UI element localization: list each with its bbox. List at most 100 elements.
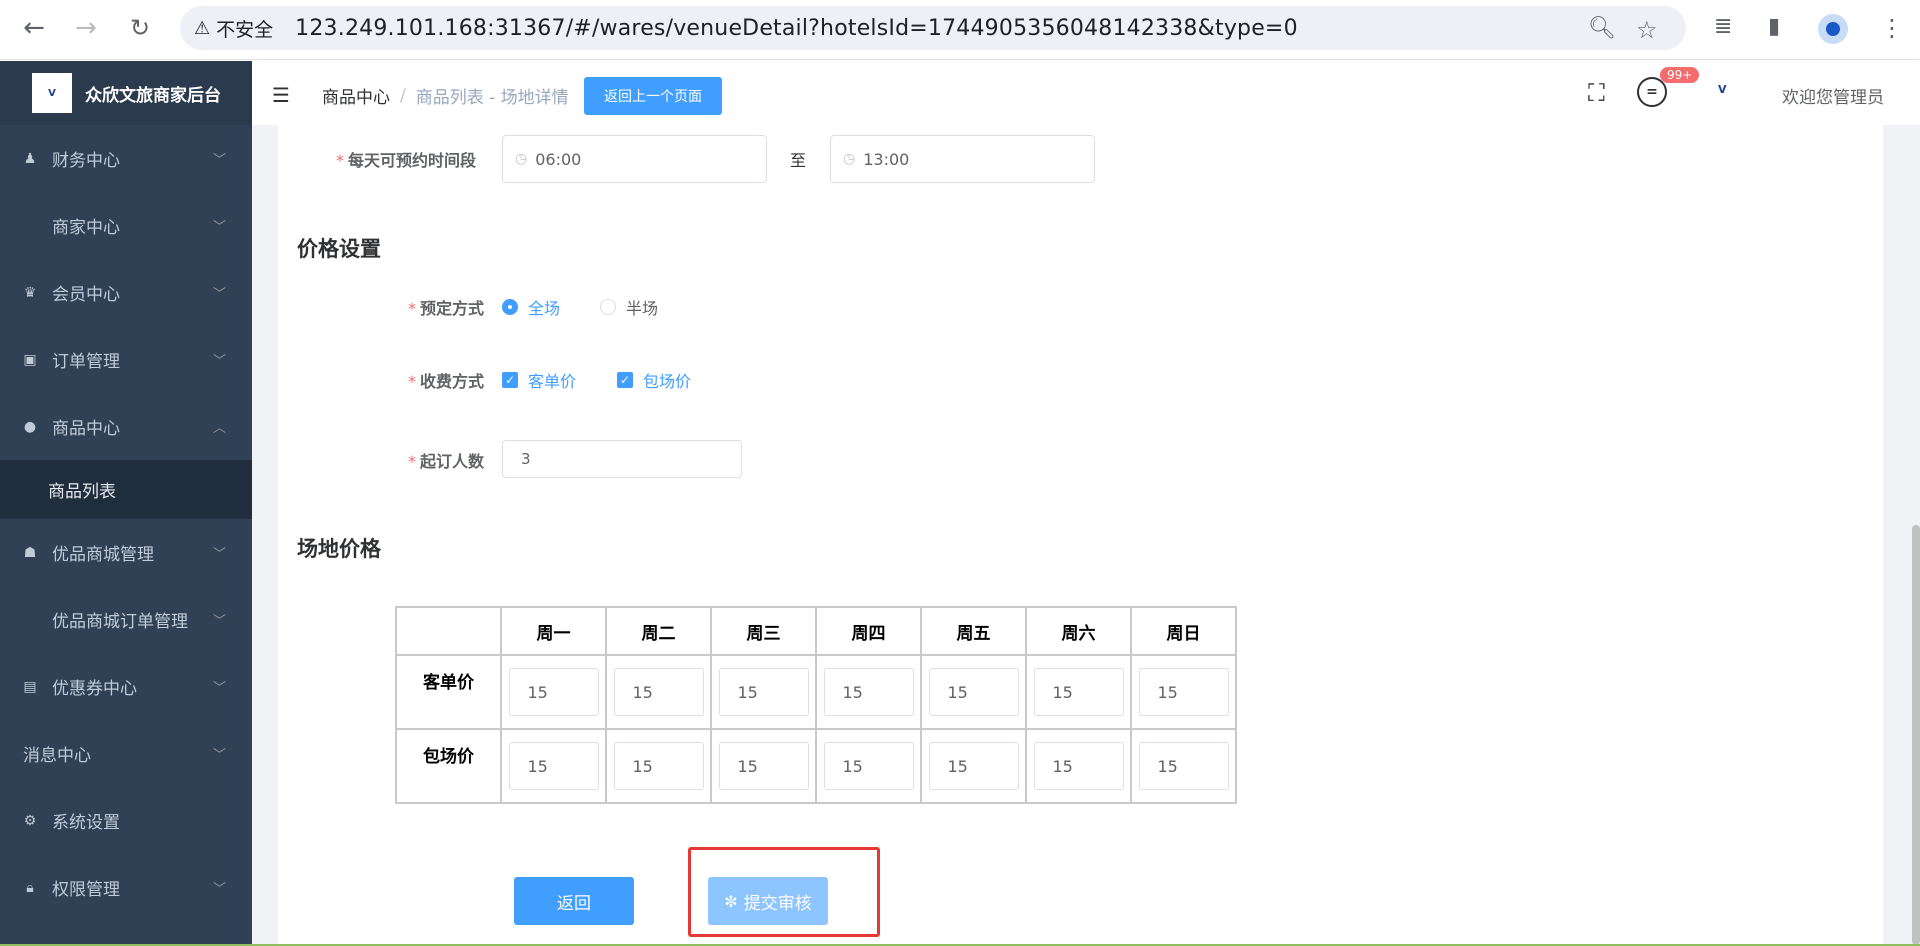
sidebar-item-mall[interactable]: ☗ 优品商城管理 ﹀ [0, 519, 252, 586]
column-header: 周六 [1025, 606, 1132, 656]
bookmark-star-icon[interactable]: ☆ [1636, 16, 1658, 44]
address-bar[interactable]: ⚠ 不安全 123.249.101.168:31367/#/wares/venu… [180, 6, 1686, 50]
media-playlist-icon[interactable]: ≣ [1714, 14, 1732, 39]
radio-label: 全场 [528, 299, 561, 318]
chevron-down-icon: ﹀ [212, 287, 226, 302]
price-input[interactable]: 15 [1138, 742, 1229, 790]
price-input[interactable]: 15 [1033, 668, 1124, 716]
back-to-previous-button[interactable]: 返回上一个页面 [584, 77, 722, 115]
browser-toolbar: ← → ↻ ⚠ 不安全 123.249.101.168:31367/#/ware… [0, 0, 1920, 60]
time-start-input[interactable]: ◷ 06:00 [502, 135, 767, 183]
radio-checked-icon [502, 299, 518, 315]
sidebar-item-coupons[interactable]: ▤ 优惠券中心 ﹀ [0, 653, 252, 720]
checkbox-checked-icon: ✓ [502, 372, 518, 388]
sidebar-item-finance[interactable]: ♟ 财务中心 ﹀ [0, 125, 252, 192]
security-indicator[interactable]: ⚠ 不安全 [194, 15, 273, 42]
sidebar-item-label: 订单管理 [52, 352, 120, 372]
time-range-separator: 至 [790, 151, 807, 170]
venue-price-table: 周一 周二 周三 周四 周五 周六 周日 客单价 15 15 15 15 15 [395, 606, 1237, 804]
sidebar-item-label: 财务中心 [52, 151, 120, 171]
price-input[interactable]: 15 [823, 742, 914, 790]
table-corner-cell [395, 606, 502, 656]
price-input[interactable]: 15 [928, 668, 1019, 716]
chevron-down-icon: ﹀ [212, 153, 226, 168]
chevron-down-icon: ﹀ [212, 681, 226, 696]
sidebar-item-label: 消息中心 [23, 746, 91, 766]
fee-per-person-checkbox[interactable]: ✓ 客单价 [502, 368, 576, 392]
menu-toggle-icon[interactable]: ☰ [272, 83, 290, 107]
shopping-bag-icon: ● [23, 418, 37, 435]
bag-icon: ♟ [23, 150, 37, 167]
fee-method-label: * 收费方式 [408, 372, 485, 391]
radio-label: 半场 [626, 299, 659, 318]
sidebar-item-member[interactable]: ♛ 会员中心 ﹀ [0, 259, 252, 326]
column-header: 周四 [815, 606, 922, 656]
shop-icon: ☗ [23, 544, 37, 561]
chevron-down-icon: ﹀ [212, 614, 226, 629]
column-header: 周一 [500, 606, 607, 656]
fee-whole-venue-checkbox[interactable]: ✓ 包场价 [617, 368, 691, 392]
sidebar-item-label: 权限管理 [52, 880, 120, 900]
forward-arrow-icon[interactable]: → [72, 13, 100, 43]
sidebar-item-goods[interactable]: ● 商品中心 ︿ [0, 393, 252, 460]
time-end-value: 13:00 [863, 149, 910, 169]
url-text[interactable]: 123.249.101.168:31367/#/wares/venueDetai… [295, 16, 1298, 41]
price-input[interactable]: 15 [928, 742, 1019, 790]
time-end-input[interactable]: ◷ 13:00 [830, 135, 1095, 183]
min-people-input[interactable]: 3 [502, 440, 742, 478]
checkbox-label: 客单价 [528, 372, 577, 391]
breadcrumb-separator: / [400, 85, 406, 106]
price-input[interactable]: 15 [718, 742, 809, 790]
return-button[interactable]: 返回 [514, 877, 634, 925]
sidebar-item-permissions[interactable]: 🔒︎ 权限管理 ﹀ [0, 854, 252, 921]
sidebar-item-label: 商品中心 [52, 419, 120, 439]
breadcrumb-item-goods-center[interactable]: 商品中心 [322, 83, 390, 108]
column-header: 周三 [710, 606, 817, 656]
column-header: 周日 [1130, 606, 1237, 656]
back-arrow-icon[interactable]: ← [20, 13, 48, 43]
price-input[interactable]: 15 [718, 668, 809, 716]
user-brand-logo: V [1718, 83, 1727, 96]
gear-icon: ⚙ [23, 812, 37, 829]
reload-icon[interactable]: ↻ [126, 14, 154, 42]
scrollbar-thumb[interactable] [1912, 525, 1920, 945]
clock-icon: ◷ [843, 151, 856, 167]
welcome-text[interactable]: 欢迎您管理员 [1782, 83, 1884, 108]
price-input[interactable]: 15 [1138, 668, 1229, 716]
clipboard-icon: ▣ [23, 351, 37, 368]
more-menu-icon[interactable]: ⋮ [1880, 14, 1904, 42]
venue-detail-form: * 每天可预约时间段 ◷ 06:00 至 ◷ 13:00 价格设置 * 预定方式 全… [278, 125, 1920, 946]
time-start-value: 06:00 [535, 149, 582, 169]
sidebar-item-settings[interactable]: ⚙ 系统设置 [0, 787, 252, 854]
price-input[interactable]: 15 [613, 742, 704, 790]
ticket-icon: ▤ [23, 678, 37, 695]
checkbox-checked-icon: ✓ [617, 372, 633, 388]
booking-full-radio[interactable]: 全场 [502, 295, 560, 319]
sidebar-item-label: 系统设置 [52, 813, 120, 833]
side-panel-icon[interactable]: ▮ [1768, 14, 1780, 39]
app-title: 众欣文旅商家后台 [85, 85, 221, 106]
chevron-down-icon: ﹀ [212, 220, 226, 235]
sidebar: V 众欣文旅商家后台 ♟ 财务中心 ﹀ 商家中心 ﹀ ♛ 会员中心 ﹀ ▣ 订单… [0, 61, 252, 946]
breadcrumb: 商品中心 / 商品列表 - 场地详情 [322, 83, 569, 109]
sidebar-item-messages[interactable]: 消息中心 ﹀ [0, 720, 252, 787]
table-row: 包场价 15 15 15 15 15 15 15 [395, 728, 1237, 804]
sidebar-item-mall-orders[interactable]: 优品商城订单管理 ﹀ [0, 586, 252, 653]
price-input[interactable]: 15 [823, 668, 914, 716]
lock-icon: 🔒︎ [26, 879, 34, 896]
checkbox-label: 包场价 [643, 372, 692, 391]
sidebar-logo-area[interactable]: V 众欣文旅商家后台 [0, 61, 252, 125]
price-input[interactable]: 15 [1033, 742, 1124, 790]
price-input[interactable]: 15 [613, 668, 704, 716]
sidebar-item-goods-list[interactable]: 商品列表 [0, 460, 252, 519]
price-input[interactable]: 15 [508, 668, 599, 716]
sidebar-item-label: 会员中心 [52, 285, 120, 305]
message-count-badge: 99+ [1660, 67, 1700, 83]
sidebar-item-merchant[interactable]: 商家中心 ﹀ [0, 192, 252, 259]
booking-half-radio[interactable]: 半场 [600, 295, 658, 319]
profile-avatar-icon[interactable] [1818, 14, 1848, 44]
fullscreen-icon[interactable]: ⛶ [1588, 79, 1605, 107]
price-input[interactable]: 15 [508, 742, 599, 790]
zoom-icon[interactable]: 🔍︎ [1588, 16, 1616, 41]
sidebar-item-orders[interactable]: ▣ 订单管理 ﹀ [0, 326, 252, 393]
